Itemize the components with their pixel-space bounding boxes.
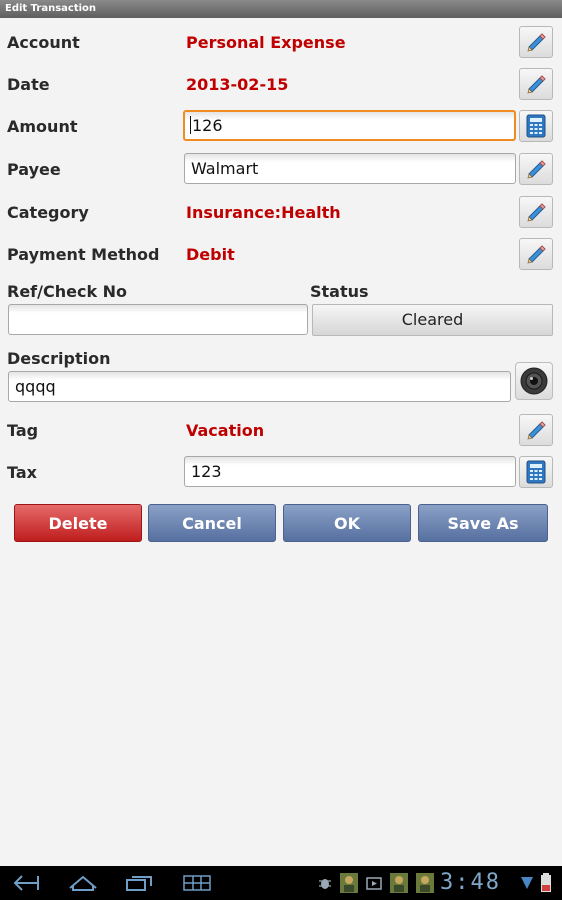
camera-button[interactable] <box>515 362 553 400</box>
ref-check-label: Ref/Check No <box>7 282 128 301</box>
back-icon[interactable] <box>10 866 44 900</box>
window-title: Edit Transaction <box>0 0 562 18</box>
category-value[interactable]: Insurance:Health <box>186 203 341 222</box>
battery-icon <box>538 866 554 900</box>
edit-date-button[interactable] <box>519 68 553 100</box>
amount-calculator-button[interactable] <box>519 110 553 142</box>
amount-input[interactable]: 126 <box>183 110 516 141</box>
camera-icon <box>520 367 548 395</box>
status-button[interactable]: Cleared <box>312 304 553 336</box>
payment-method-label: Payment Method <box>7 245 160 264</box>
payment-method-value[interactable]: Debit <box>186 245 235 264</box>
home-icon[interactable] <box>66 866 100 900</box>
account-value[interactable]: Personal Expense <box>186 33 346 52</box>
text-caret <box>190 116 191 134</box>
pencil-icon <box>527 75 546 94</box>
amount-label: Amount <box>7 117 78 136</box>
calculator-icon <box>526 114 546 138</box>
menu-icon[interactable] <box>180 866 214 900</box>
pencil-icon <box>527 245 546 264</box>
tag-value[interactable]: Vacation <box>186 421 264 440</box>
description-input[interactable]: qqqq <box>8 371 511 402</box>
pencil-icon <box>527 203 546 222</box>
date-value[interactable]: 2013-02-15 <box>186 75 288 94</box>
wifi-icon <box>519 866 535 900</box>
edit-payee-button[interactable] <box>519 153 553 185</box>
amount-input-value: 126 <box>192 116 223 135</box>
notification-icon <box>388 866 410 900</box>
payee-label: Payee <box>7 160 61 179</box>
tag-label: Tag <box>7 421 39 440</box>
save-as-button[interactable]: Save As <box>418 504 548 542</box>
notification-icon <box>414 866 436 900</box>
delete-button[interactable]: Delete <box>14 504 142 542</box>
status-label: Status <box>310 282 369 301</box>
ok-button[interactable]: OK <box>283 504 411 542</box>
edit-account-button[interactable] <box>519 26 553 58</box>
category-label: Category <box>7 203 89 222</box>
edit-payment-method-button[interactable] <box>519 238 553 270</box>
tax-label: Tax <box>7 463 37 482</box>
debug-icon <box>315 866 335 900</box>
clock: 3:48 <box>440 870 501 895</box>
tax-input[interactable]: 123 <box>184 456 516 487</box>
system-nav-bar: 3:48 <box>0 866 562 900</box>
payee-input[interactable]: Walmart <box>184 153 516 184</box>
cancel-button[interactable]: Cancel <box>148 504 276 542</box>
edit-tag-button[interactable] <box>519 414 553 446</box>
calculator-icon <box>526 460 546 484</box>
media-icon <box>364 866 384 900</box>
description-label: Description <box>7 349 111 368</box>
pencil-icon <box>527 33 546 52</box>
ref-check-input[interactable] <box>8 304 308 335</box>
tax-calculator-button[interactable] <box>519 456 553 488</box>
date-label: Date <box>7 75 50 94</box>
pencil-icon <box>527 421 546 440</box>
pencil-icon <box>527 160 546 179</box>
edit-category-button[interactable] <box>519 196 553 228</box>
notification-icon <box>338 866 360 900</box>
recent-apps-icon[interactable] <box>122 866 156 900</box>
account-label: Account <box>7 33 80 52</box>
